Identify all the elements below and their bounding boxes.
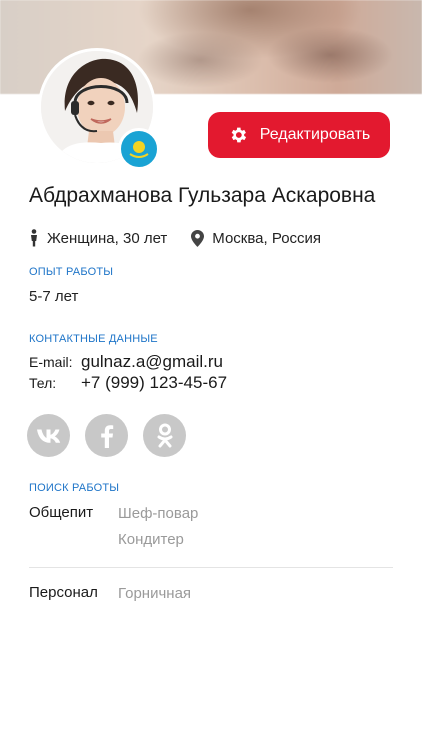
job-position: Шеф-повар — [118, 505, 199, 522]
profile-meta: Женщина, 30 лет Москва, Россия — [29, 229, 321, 247]
social-links — [27, 414, 186, 457]
job-category: Общепит — [29, 504, 94, 521]
phone-value[interactable]: +7 (999) 123-45-67 — [81, 373, 227, 393]
email-value[interactable]: gulnaz.a@gmail.ru — [81, 352, 223, 372]
contacts-block: E-mail: gulnaz.a@gmail.ru Тел: +7 (999) … — [29, 352, 227, 394]
divider — [29, 567, 393, 568]
edit-profile-button[interactable]: Редактировать — [208, 112, 390, 158]
email-label: E-mail: — [29, 354, 73, 370]
location-pin-icon — [191, 229, 205, 247]
job-position: Кондитер — [118, 531, 184, 548]
gear-icon — [231, 127, 246, 143]
job-positions: Шеф-повар Кондитер — [118, 504, 198, 556]
job-group-staff[interactable]: Персонал Горничная — [29, 584, 191, 610]
experience-title: ОПЫТ РАБОТЫ — [29, 266, 114, 278]
facebook-icon[interactable] — [85, 414, 128, 457]
job-group-catering[interactable]: Общепит Шеф-повар Кондитер — [29, 504, 198, 556]
odnoklassniki-icon[interactable] — [143, 414, 186, 457]
job-search-title: ПОИСК РАБОТЫ — [29, 482, 120, 494]
job-positions: Горничная — [118, 584, 191, 610]
profile-name: Абдрахманова Гульзара Аскаровна — [29, 184, 376, 207]
job-category: Персонал — [29, 584, 98, 601]
edit-button-label: Редактировать — [259, 126, 371, 143]
gender-age: Женщина, 30 лет — [47, 229, 168, 247]
kazakhstan-flag-icon — [118, 128, 160, 170]
phone-label: Тел: — [29, 375, 57, 391]
experience-value: 5-7 лет — [29, 288, 79, 305]
person-icon — [31, 229, 37, 247]
job-position: Горничная — [118, 585, 192, 602]
vk-icon[interactable] — [27, 414, 70, 457]
location: Москва, Россия — [212, 229, 322, 247]
contacts-title: КОНТАКТНЫЕ ДАННЫЕ — [29, 333, 158, 345]
